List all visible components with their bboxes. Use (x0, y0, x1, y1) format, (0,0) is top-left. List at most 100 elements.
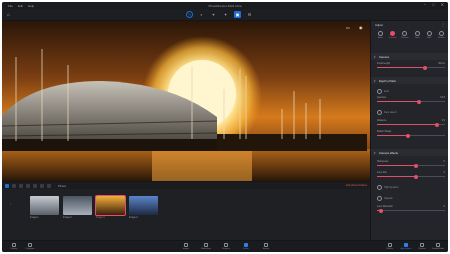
thumbnail-label: Image 1 (30, 216, 39, 219)
app-title: PhotoDirector 2024 Ultra (208, 4, 242, 8)
sort-icon[interactable] (26, 184, 30, 188)
bottom-label: Projects (222, 248, 230, 250)
export-icon (264, 243, 268, 247)
slider-label: Distance (377, 119, 387, 122)
panel-tabs: Basic Creative Presets Tone HSL Details (375, 31, 447, 39)
slider-fill (377, 101, 420, 102)
basic-icon (378, 31, 383, 36)
filmstrip-toolbar: Photos Add photos/videos (2, 181, 370, 189)
home-icon[interactable]: ⌂ (7, 12, 10, 18)
projects-icon (224, 243, 228, 247)
slider-handle[interactable] (434, 122, 439, 127)
tab-label: Presets (401, 37, 409, 39)
slider-label: Lens blur (377, 171, 387, 174)
rotate-icon[interactable] (40, 184, 44, 188)
thumbnail-3[interactable] (95, 195, 126, 216)
filter-icon[interactable] (33, 184, 37, 188)
guided-edits-icon (436, 243, 440, 247)
close-button[interactable]: ✕ (441, 3, 444, 7)
filmstrip-view-icon[interactable] (19, 184, 23, 188)
slider-handle[interactable] (379, 208, 384, 213)
section-camera[interactable]: ▾ Camera (371, 53, 448, 60)
toggle-auto[interactable]: Auto (377, 89, 389, 94)
compare-button[interactable]: Compare (20, 243, 40, 250)
import-icon (184, 243, 188, 247)
adjust-icon[interactable]: ◐ (198, 11, 205, 18)
view-toggles (5, 184, 51, 188)
slider-aperture[interactable]: Aperture f/2.8 (377, 96, 445, 104)
photo-canvas[interactable]: ▭ ◉ (2, 21, 370, 181)
bottom-label: Import (182, 248, 190, 250)
slider-handle[interactable] (417, 99, 422, 104)
add-photos-button[interactable]: Add photos/videos (346, 184, 367, 187)
collapse-icon: ▾ (374, 54, 376, 59)
adjust-panel: Adjust ⋮ Basic Creative Presets Tone HSL… (370, 21, 448, 240)
section-camera-effects[interactable]: ▾ Camera effects (371, 149, 448, 156)
presets-bottom-icon (420, 243, 424, 247)
slider-fill (377, 135, 408, 136)
slider-value: 50mm (438, 62, 445, 65)
compare-icon[interactable]: ▭ (346, 25, 350, 30)
slider-handle[interactable] (405, 133, 410, 138)
tab-tone[interactable]: Tone (412, 31, 423, 39)
crop-icon[interactable]: ⌖ (210, 11, 217, 18)
slider-bokeh-shape[interactable]: Bokeh Shape (377, 130, 445, 138)
hsl-icon (426, 31, 432, 36)
tab-hsl[interactable]: HSL (424, 31, 435, 39)
bottom-label: Compare (25, 248, 35, 250)
maximize-button[interactable]: □ (432, 3, 434, 7)
bottom-label: Editor (243, 248, 249, 250)
heal-icon[interactable]: ✦ (222, 11, 229, 18)
projects-button[interactable]: Projects (216, 243, 236, 250)
thumbnail-1[interactable] (30, 196, 59, 215)
guided-edits-button[interactable]: Guided Edits (428, 243, 448, 250)
editor-button[interactable]: Editor (236, 243, 256, 250)
edit-icon[interactable]: ✎ (186, 11, 193, 18)
toggle-face-detect[interactable]: Face detect (377, 110, 397, 115)
filmstrip: ‹ Image 1 Image 2 Image 3 Image 4 (2, 189, 370, 239)
eye-icon[interactable]: ◉ (359, 25, 363, 30)
adjustment-icon (404, 243, 408, 247)
tab-details[interactable]: Details (436, 31, 447, 39)
delete-icon[interactable] (47, 184, 51, 188)
slider-focal-length[interactable]: Focal length 50mm (377, 62, 445, 70)
panel-menu-icon[interactable]: ⋮ (441, 22, 445, 27)
tab-label: Details (438, 37, 445, 39)
minimize-button[interactable]: − (424, 3, 426, 7)
section-depth-of-field[interactable]: ▾ Depth of field (371, 77, 448, 84)
slider-fill (377, 124, 437, 125)
slider-handle[interactable] (422, 65, 427, 70)
thumbnail-4[interactable] (129, 196, 158, 215)
slideshow-button[interactable]: Slideshow (196, 243, 216, 250)
slider-label: Sharpness (377, 160, 389, 163)
slider-sharpness[interactable]: Sharpness 0 (377, 160, 445, 168)
grid-view-icon[interactable] (5, 184, 9, 188)
toggle-vignette[interactable]: Vignette (377, 196, 393, 201)
tab-label: Creative (388, 37, 397, 39)
list-view-icon[interactable] (12, 184, 16, 188)
slider-lens-blur[interactable]: Lens blur 0 (377, 171, 445, 179)
bottom-label: Export (262, 248, 270, 250)
scroll-left-icon[interactable]: ‹ (10, 201, 11, 206)
main-toolbar: ⌂ ✎ ◐ ⌖ ✦ ▣ ⚙ (2, 9, 448, 21)
tab-label: Basic (377, 37, 384, 39)
export-button[interactable]: Export (256, 243, 276, 250)
bottom-bar: Library Compare Import Slideshow Project… (2, 240, 448, 252)
layers-icon[interactable]: ▣ (234, 11, 241, 18)
tab-creative[interactable]: Creative (387, 31, 398, 39)
settings-icon[interactable]: ⚙ (246, 11, 253, 18)
slider-fill (377, 67, 425, 68)
tab-presets[interactable]: Presets (399, 31, 410, 39)
thumbnail-2[interactable] (63, 196, 92, 215)
section-title: Camera (379, 55, 389, 59)
tab-basic[interactable]: Basic (375, 31, 386, 39)
slider-label: Lens Distortion (377, 205, 393, 208)
slider-lens-distortion[interactable]: Lens Distortion 0 (377, 205, 445, 213)
import-button[interactable]: Import (176, 243, 196, 250)
panel-title: Adjust (375, 23, 383, 27)
thumbnail-label: Image 3 (96, 216, 105, 219)
toggle-high-dynamic[interactable]: High dynamic (377, 185, 398, 190)
sunset-photo (2, 21, 370, 181)
editor-icon (244, 243, 248, 247)
slider-distance[interactable]: Distance 1.9 (377, 119, 445, 127)
